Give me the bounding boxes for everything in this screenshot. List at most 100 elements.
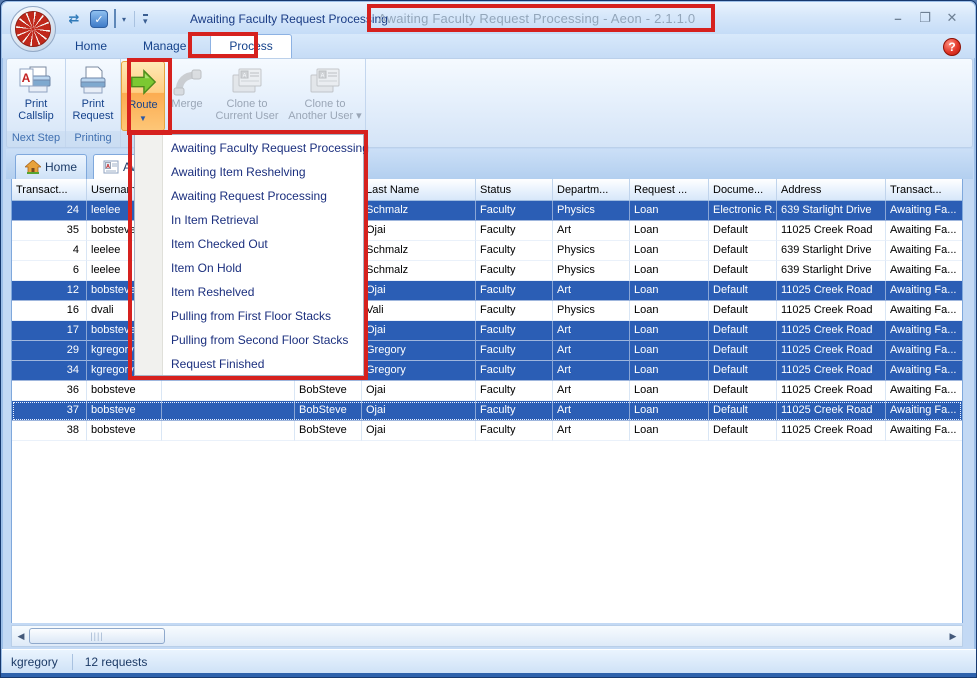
titlebar-context-label: Awaiting Faculty Request Processing <box>190 2 388 34</box>
table-cell: Awaiting Fa... <box>886 421 963 441</box>
menu-item-request-finished[interactable]: Request Finished <box>135 352 363 376</box>
chevron-down-icon[interactable]: ▾ <box>122 15 126 24</box>
route-button[interactable]: Route▼ <box>121 61 165 131</box>
table-cell: Faculty <box>476 261 553 281</box>
quick-access-toolbar: ⇄ ✓ ▾ ▾ <box>64 9 148 29</box>
table-cell: Default <box>709 281 777 301</box>
table-cell: Awaiting Fa... <box>886 261 963 281</box>
table-cell: 11025 Creek Road <box>777 361 886 381</box>
svg-text:A: A <box>106 164 110 170</box>
ribbon-tabs: HomeManageProcess <box>57 34 292 58</box>
ribbon-group-printing: Print RequestPrinting <box>66 59 121 147</box>
column-header-status[interactable]: Status <box>476 179 553 201</box>
table-cell: Awaiting Fa... <box>886 221 963 241</box>
menu-item-pulling-from-second-floor-stacks[interactable]: Pulling from Second Floor Stacks <box>135 328 363 352</box>
minimize-button[interactable]: – <box>889 10 907 26</box>
table-cell: 11025 Creek Road <box>777 421 886 441</box>
ribbon-tab-home[interactable]: Home <box>57 34 125 58</box>
ribbon-group-label: Next Step <box>7 131 65 147</box>
table-cell: Art <box>553 281 630 301</box>
menu-item-in-item-retrieval[interactable]: In Item Retrieval <box>135 208 363 232</box>
help-icon[interactable]: ? <box>943 38 961 56</box>
column-header-request[interactable]: Request ... <box>630 179 709 201</box>
scroll-right-icon[interactable]: ▶ <box>947 629 959 643</box>
menu-item-item-checked-out[interactable]: Item Checked Out <box>135 232 363 256</box>
table-cell: Art <box>553 361 630 381</box>
table-cell <box>162 381 295 401</box>
menu-item-item-on-hold[interactable]: Item On Hold <box>135 256 363 280</box>
table-cell: bobsteve <box>87 381 162 401</box>
table-cell: Vali <box>362 301 476 321</box>
table-cell: Awaiting Fa... <box>886 281 963 301</box>
table-cell: 35 <box>12 221 87 241</box>
table-cell: Faculty <box>476 381 553 401</box>
table-row[interactable]: 38bobsteveBobSteveOjaiFacultyArtLoanDefa… <box>12 421 962 441</box>
ribbon-tab-process[interactable]: Process <box>210 34 291 58</box>
table-row[interactable]: 37bobsteveBobSteveOjaiFacultyArtLoanDefa… <box>12 401 962 421</box>
menu-item-pulling-from-first-floor-stacks[interactable]: Pulling from First Floor Stacks <box>135 304 363 328</box>
table-cell: Schmalz <box>362 241 476 261</box>
table-cell: Gregory <box>362 361 476 381</box>
table-cell: Art <box>553 401 630 421</box>
qat-overflow-icon[interactable]: ▾ <box>143 14 148 25</box>
table-cell: Awaiting Fa... <box>886 241 963 261</box>
menu-item-awaiting-faculty-request-processing[interactable]: Awaiting Faculty Request Processing <box>135 136 363 160</box>
table-cell: Schmalz <box>362 261 476 281</box>
doc-tab-label: Home <box>45 160 77 174</box>
qat-separator <box>134 11 135 27</box>
ribbon-tab-manage[interactable]: Manage <box>125 34 204 58</box>
menu-item-awaiting-request-processing[interactable]: Awaiting Request Processing <box>135 184 363 208</box>
table-cell: Loan <box>630 381 709 401</box>
table-cell: 6 <box>12 261 87 281</box>
table-row[interactable]: 36bobsteveBobSteveOjaiFacultyArtLoanDefa… <box>12 381 962 401</box>
table-cell: 29 <box>12 341 87 361</box>
menu-item-item-reshelved[interactable]: Item Reshelved <box>135 280 363 304</box>
table-cell: Default <box>709 221 777 241</box>
table-cell: 24 <box>12 201 87 221</box>
sync-icon[interactable]: ⇄ <box>64 9 84 29</box>
print-callslip-icon: A <box>18 64 54 98</box>
print-request-button[interactable]: Print Request <box>66 61 120 131</box>
menu-item-awaiting-item-reshelving[interactable]: Awaiting Item Reshelving <box>135 160 363 184</box>
table-cell: Loan <box>630 361 709 381</box>
table-cell: Awaiting Fa... <box>886 361 963 381</box>
table-cell: Faculty <box>476 301 553 321</box>
column-header-transact[interactable]: Transact... <box>886 179 963 201</box>
scroll-left-icon[interactable]: ◀ <box>15 629 27 643</box>
window-title: Awaiting Faculty Request Processing - Ae… <box>378 2 695 34</box>
table-cell: Faculty <box>476 401 553 421</box>
table-cell: Ojai <box>362 421 476 441</box>
table-cell: Faculty <box>476 221 553 241</box>
table-cell <box>162 421 295 441</box>
column-header-departm[interactable]: Departm... <box>553 179 630 201</box>
table-cell: Loan <box>630 261 709 281</box>
column-header-docume[interactable]: Docume... <box>709 179 777 201</box>
merge-button: Merge <box>165 61 209 131</box>
route-check-icon[interactable]: ✓ <box>90 10 108 28</box>
window-form-icon[interactable] <box>114 10 116 28</box>
table-cell: Loan <box>630 221 709 241</box>
table-cell: Loan <box>630 301 709 321</box>
table-cell: Default <box>709 401 777 421</box>
table-cell: Default <box>709 361 777 381</box>
table-cell: Schmalz <box>362 201 476 221</box>
scrollbar-thumb[interactable]: |||| <box>29 628 165 644</box>
table-cell: Awaiting Fa... <box>886 201 963 221</box>
maximize-button[interactable]: ❐ <box>916 10 934 26</box>
table-cell: Loan <box>630 321 709 341</box>
horizontal-scrollbar[interactable]: ◀ |||| ▶ <box>11 625 963 647</box>
table-cell: 11025 Creek Road <box>777 321 886 341</box>
table-cell: Physics <box>553 201 630 221</box>
aeon-logo-icon[interactable] <box>10 6 56 52</box>
column-header-lastname[interactable]: Last Name <box>362 179 476 201</box>
close-button[interactable]: ✕ <box>943 10 961 26</box>
table-cell: 639 Starlight Drive <box>777 261 886 281</box>
table-cell: 16 <box>12 301 87 321</box>
print-request-icon <box>75 64 111 98</box>
table-cell: Art <box>553 341 630 361</box>
table-cell: Awaiting Fa... <box>886 401 963 421</box>
print-callslip-button[interactable]: APrint Callslip <box>7 61 65 131</box>
doc-tab-home[interactable]: Home <box>15 154 87 179</box>
column-header-transact[interactable]: Transact... <box>12 179 87 201</box>
column-header-address[interactable]: Address <box>777 179 886 201</box>
